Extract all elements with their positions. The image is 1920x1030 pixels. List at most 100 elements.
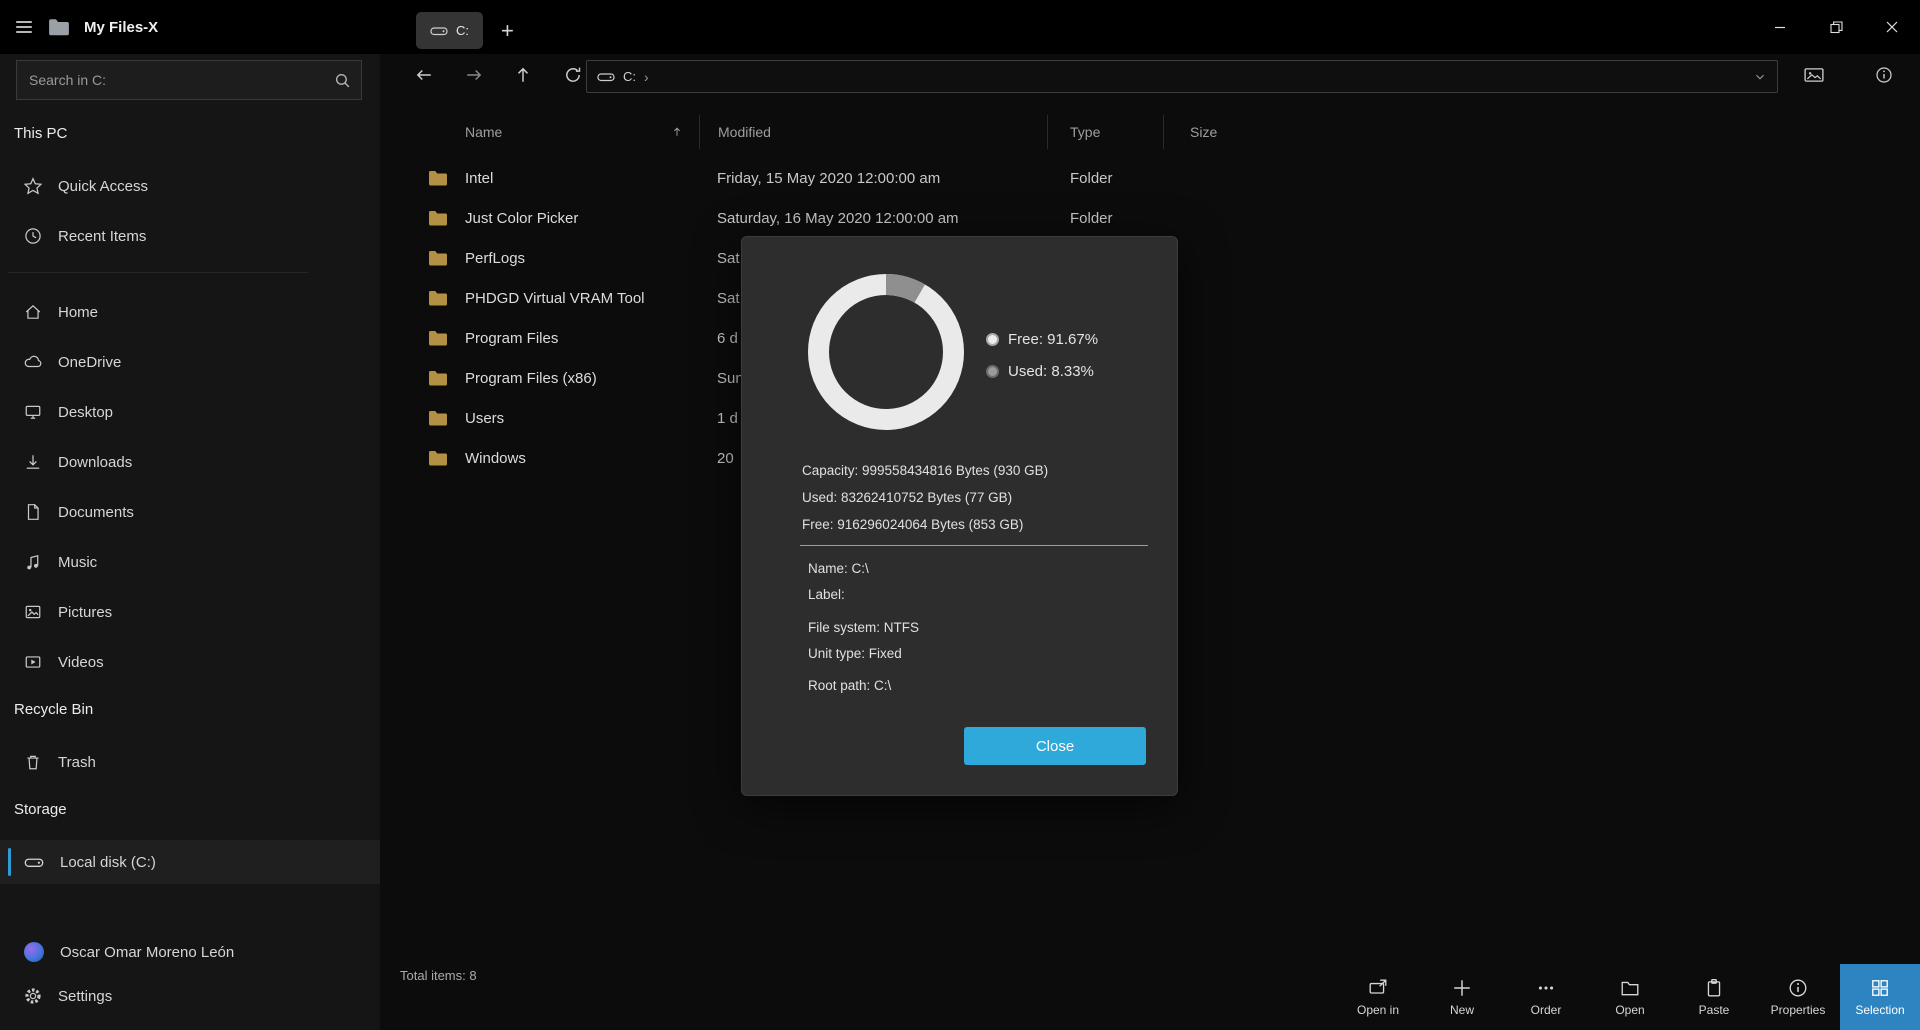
folder-icon bbox=[428, 330, 448, 346]
drive-icon bbox=[430, 25, 448, 37]
sidebar-item-home[interactable]: Home bbox=[0, 290, 380, 334]
info-icon[interactable] bbox=[1868, 59, 1900, 91]
open-button[interactable]: Open bbox=[1588, 964, 1672, 1030]
sidebar-item-trash[interactable]: Trash bbox=[0, 740, 380, 784]
plus-icon bbox=[1452, 978, 1472, 998]
command-bar: Open in New Order Open Paste Properties bbox=[1336, 964, 1920, 1030]
table-row[interactable]: Intel Friday, 15 May 2020 12:00:00 am Fo… bbox=[380, 160, 1680, 200]
sidebar-item-label: Settings bbox=[58, 988, 112, 1005]
sidebar-item-label: Local disk (C:) bbox=[60, 854, 156, 871]
app-window: My Files-X C: + bbox=[0, 0, 1920, 1030]
close-button[interactable]: Close bbox=[964, 727, 1146, 765]
sidebar-item-quick-access[interactable]: Quick Access bbox=[0, 164, 380, 208]
search-input[interactable] bbox=[17, 72, 334, 88]
column-header-modified[interactable]: Modified bbox=[700, 115, 1048, 149]
selection-button[interactable]: Selection bbox=[1840, 964, 1920, 1030]
dialog-divider bbox=[800, 545, 1148, 546]
selection-grid-icon bbox=[1870, 978, 1890, 998]
folder-icon bbox=[428, 210, 448, 226]
sidebar-item-local-disk-c[interactable]: Local disk (C:) bbox=[0, 840, 380, 884]
sidebar-item-label: Pictures bbox=[58, 604, 112, 621]
folder-icon bbox=[428, 170, 448, 186]
sidebar-item-label: Recent Items bbox=[58, 228, 146, 245]
sidebar-item-pictures[interactable]: Pictures bbox=[0, 590, 380, 634]
sidebar-item-label: Trash bbox=[58, 754, 96, 771]
sidebar-item-videos[interactable]: Videos bbox=[0, 640, 380, 684]
pictures-icon bbox=[24, 603, 42, 621]
titlebar: My Files-X C: + bbox=[0, 0, 1920, 54]
sidebar-divider bbox=[8, 272, 308, 273]
ellipsis-icon bbox=[1536, 978, 1556, 998]
sidebar: This PC Quick Access Recent Items Home O… bbox=[0, 54, 380, 1030]
folder-icon bbox=[428, 290, 448, 306]
new-tab-button[interactable]: + bbox=[497, 21, 518, 41]
sidebar-item-desktop[interactable]: Desktop bbox=[0, 390, 380, 434]
open-in-button[interactable]: Open in bbox=[1336, 964, 1420, 1030]
maximize-button[interactable] bbox=[1808, 0, 1864, 54]
sidebar-item-label: Downloads bbox=[58, 454, 132, 471]
sidebar-item-documents[interactable]: Documents bbox=[0, 490, 380, 534]
legend-used-dot bbox=[986, 365, 999, 378]
sidebar-item-onedrive[interactable]: OneDrive bbox=[0, 340, 380, 384]
tab-c-drive[interactable]: C: bbox=[416, 12, 483, 49]
section-storage: Storage bbox=[14, 801, 67, 818]
videos-icon bbox=[24, 653, 42, 671]
paste-button[interactable]: Paste bbox=[1672, 964, 1756, 1030]
folder-open-icon bbox=[1620, 978, 1640, 998]
close-window-button[interactable] bbox=[1864, 0, 1920, 54]
breadcrumb-drive[interactable]: C: bbox=[623, 69, 636, 84]
properties-button[interactable]: Properties bbox=[1756, 964, 1840, 1030]
app-title: My Files-X bbox=[84, 19, 158, 36]
sidebar-item-music[interactable]: Music bbox=[0, 540, 380, 584]
legend-free: Free: 91.67% bbox=[986, 327, 1098, 351]
sort-ascending-icon bbox=[671, 126, 683, 138]
free-line: Free: 916296024064 Bytes (853 GB) bbox=[802, 511, 1048, 538]
menu-button[interactable] bbox=[14, 17, 34, 37]
unit-type-line: Unit type: Fixed bbox=[808, 646, 902, 661]
trash-icon bbox=[24, 753, 42, 771]
donut-free-ring bbox=[819, 285, 954, 420]
chevron-down-icon[interactable] bbox=[1753, 70, 1767, 84]
folder-icon bbox=[428, 450, 448, 466]
preview-pane-icon[interactable] bbox=[1798, 59, 1830, 91]
root-path-line: Root path: C:\ bbox=[808, 678, 891, 693]
table-row[interactable]: Just Color Picker Saturday, 16 May 2020 … bbox=[380, 200, 1680, 240]
capacity-line: Capacity: 999558434816 Bytes (930 GB) bbox=[802, 457, 1048, 484]
chart-legend: Free: 91.67% Used: 8.33% bbox=[986, 327, 1098, 383]
forward-button[interactable] bbox=[458, 59, 490, 91]
new-button[interactable]: New bbox=[1420, 964, 1504, 1030]
used-line: Used: 83262410752 Bytes (77 GB) bbox=[802, 484, 1048, 511]
sidebar-item-label: Desktop bbox=[58, 404, 113, 421]
sidebar-item-user[interactable]: Oscar Omar Moreno León bbox=[0, 930, 380, 974]
column-header-type[interactable]: Type bbox=[1048, 115, 1164, 149]
capacity-info: Capacity: 999558434816 Bytes (930 GB) Us… bbox=[802, 457, 1048, 538]
folder-icon bbox=[428, 250, 448, 266]
open-in-icon bbox=[1368, 978, 1388, 998]
refresh-button[interactable] bbox=[557, 59, 589, 91]
order-button[interactable]: Order bbox=[1504, 964, 1588, 1030]
search-box[interactable] bbox=[16, 60, 362, 100]
sidebar-item-downloads[interactable]: Downloads bbox=[0, 440, 380, 484]
sidebar-item-label: Documents bbox=[58, 504, 134, 521]
list-header: Name Modified Type Size bbox=[420, 115, 1300, 149]
document-icon bbox=[24, 503, 42, 521]
sidebar-item-settings[interactable]: Settings bbox=[0, 974, 380, 1018]
address-bar[interactable]: C: › bbox=[586, 60, 1778, 93]
search-icon bbox=[334, 72, 351, 89]
section-recycle-bin: Recycle Bin bbox=[14, 701, 93, 718]
tab-bar: C: + bbox=[416, 12, 518, 49]
folder-icon bbox=[428, 370, 448, 386]
sidebar-item-label: Videos bbox=[58, 654, 104, 671]
column-header-name[interactable]: Name bbox=[420, 115, 700, 149]
column-header-size[interactable]: Size bbox=[1164, 115, 1300, 149]
back-button[interactable] bbox=[408, 59, 440, 91]
app-folder-icon bbox=[48, 18, 70, 36]
sidebar-item-recent-items[interactable]: Recent Items bbox=[0, 214, 380, 258]
home-icon bbox=[24, 303, 42, 321]
clipboard-icon bbox=[1704, 978, 1724, 998]
window-controls bbox=[1752, 0, 1920, 54]
star-icon bbox=[24, 177, 42, 195]
minimize-button[interactable] bbox=[1752, 0, 1808, 54]
desktop-icon bbox=[24, 403, 42, 421]
up-button[interactable] bbox=[507, 59, 539, 91]
